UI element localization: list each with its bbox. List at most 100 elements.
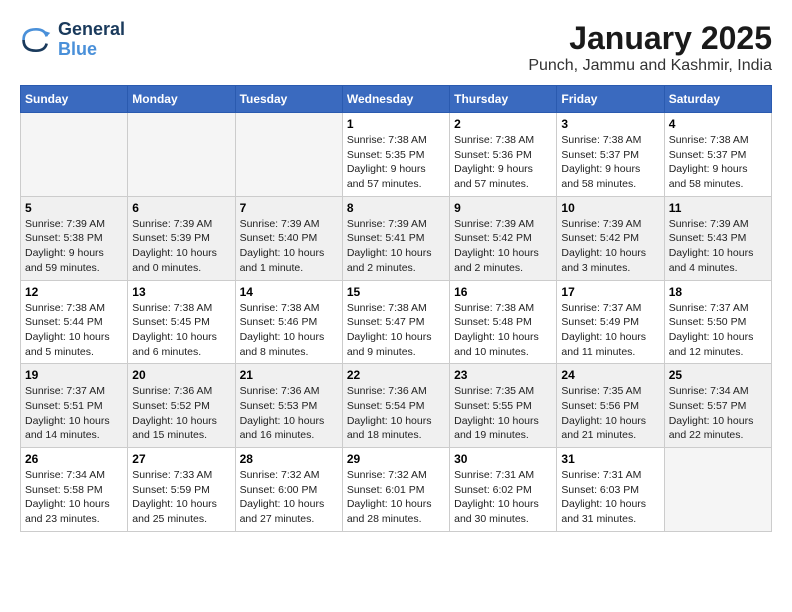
calendar-cell: 16Sunrise: 7:38 AM Sunset: 5:48 PM Dayli… (450, 280, 557, 364)
day-info: Sunrise: 7:36 AM Sunset: 5:54 PM Dayligh… (347, 384, 445, 443)
day-info: Sunrise: 7:35 AM Sunset: 5:56 PM Dayligh… (561, 384, 659, 443)
day-number: 13 (132, 285, 230, 299)
logo-line1: General (58, 20, 125, 40)
logo-text: General Blue (58, 20, 125, 60)
day-number: 6 (132, 201, 230, 215)
day-number: 4 (669, 117, 767, 131)
day-info: Sunrise: 7:38 AM Sunset: 5:46 PM Dayligh… (240, 301, 338, 360)
calendar-table: SundayMondayTuesdayWednesdayThursdayFrid… (20, 85, 772, 532)
day-info: Sunrise: 7:32 AM Sunset: 6:01 PM Dayligh… (347, 468, 445, 527)
day-number: 30 (454, 452, 552, 466)
day-number: 19 (25, 368, 123, 382)
page-subtitle: Punch, Jammu and Kashmir, India (528, 57, 772, 75)
calendar-cell: 13 Sunrise: 7:38 AM Sunset: 5:45 PM Dayli… (128, 280, 235, 364)
calendar-week-row: 12Sunrise: 7:38 AM Sunset: 5:44 PM Dayli… (21, 280, 772, 364)
calendar-week-row: 1Sunrise: 7:38 AM Sunset: 5:35 PM Daylig… (21, 113, 772, 197)
day-info: Sunrise: 7:39 AM Sunset: 5:42 PM Dayligh… (561, 217, 659, 276)
calendar-cell: 29 Sunrise: 7:32 AM Sunset: 6:01 PM Dayli… (342, 448, 449, 532)
calendar-week-row: 26 Sunrise: 7:34 AM Sunset: 5:58 PM Dayli… (21, 448, 772, 532)
day-info: Sunrise: 7:34 AM Sunset: 5:57 PM Dayligh… (669, 384, 767, 443)
calendar-cell: 7Sunrise: 7:39 AM Sunset: 5:40 PM Daylig… (235, 196, 342, 280)
calendar-cell: 9Sunrise: 7:39 AM Sunset: 5:42 PM Daylig… (450, 196, 557, 280)
day-number: 29 (347, 452, 445, 466)
calendar-cell: 23Sunrise: 7:35 AM Sunset: 5:55 PM Dayli… (450, 364, 557, 448)
calendar-cell: 8Sunrise: 7:39 AM Sunset: 5:41 PM Daylig… (342, 196, 449, 280)
page-title: January 2025 (528, 20, 772, 57)
calendar-cell: 6 Sunrise: 7:39 AM Sunset: 5:39 PM Daylig… (128, 196, 235, 280)
day-number: 15 (347, 285, 445, 299)
calendar-cell: 11Sunrise: 7:39 AM Sunset: 5:43 PM Dayli… (664, 196, 771, 280)
day-number: 16 (454, 285, 552, 299)
calendar-cell: 24 Sunrise: 7:35 AM Sunset: 5:56 PM Dayli… (557, 364, 664, 448)
day-number: 7 (240, 201, 338, 215)
calendar-cell (21, 113, 128, 197)
calendar-cell (128, 113, 235, 197)
calendar-cell: 28 Sunrise: 7:32 AM Sunset: 6:00 PM Dayli… (235, 448, 342, 532)
day-info: Sunrise: 7:38 AM Sunset: 5:37 PM Dayligh… (669, 133, 767, 192)
calendar-cell: 21Sunrise: 7:36 AM Sunset: 5:53 PM Dayli… (235, 364, 342, 448)
day-number: 3 (561, 117, 659, 131)
calendar-cell: 14Sunrise: 7:38 AM Sunset: 5:46 PM Dayli… (235, 280, 342, 364)
day-info: Sunrise: 7:38 AM Sunset: 5:45 PM Dayligh… (132, 301, 230, 360)
day-info: Sunrise: 7:39 AM Sunset: 5:42 PM Dayligh… (454, 217, 552, 276)
calendar-week-row: 5Sunrise: 7:39 AM Sunset: 5:38 PM Daylig… (21, 196, 772, 280)
day-info: Sunrise: 7:38 AM Sunset: 5:47 PM Dayligh… (347, 301, 445, 360)
day-number: 24 (561, 368, 659, 382)
day-number: 31 (561, 452, 659, 466)
day-number: 18 (669, 285, 767, 299)
calendar-cell: 15 Sunrise: 7:38 AM Sunset: 5:47 PM Dayli… (342, 280, 449, 364)
day-number: 17 (561, 285, 659, 299)
day-number: 28 (240, 452, 338, 466)
day-info: Sunrise: 7:31 AM Sunset: 6:02 PM Dayligh… (454, 468, 552, 527)
day-number: 11 (669, 201, 767, 215)
day-number: 20 (132, 368, 230, 382)
day-number: 26 (25, 452, 123, 466)
day-info: Sunrise: 7:37 AM Sunset: 5:51 PM Dayligh… (25, 384, 123, 443)
day-number: 12 (25, 285, 123, 299)
day-info: Sunrise: 7:36 AM Sunset: 5:52 PM Dayligh… (132, 384, 230, 443)
calendar-cell: 18 Sunrise: 7:37 AM Sunset: 5:50 PM Dayli… (664, 280, 771, 364)
calendar-header-thursday: Thursday (450, 86, 557, 113)
calendar-header-saturday: Saturday (664, 86, 771, 113)
day-info: Sunrise: 7:39 AM Sunset: 5:39 PM Dayligh… (132, 217, 230, 276)
calendar-cell: 17Sunrise: 7:37 AM Sunset: 5:49 PM Dayli… (557, 280, 664, 364)
calendar-cell: 27 Sunrise: 7:33 AM Sunset: 5:59 PM Dayli… (128, 448, 235, 532)
day-info: Sunrise: 7:34 AM Sunset: 5:58 PM Dayligh… (25, 468, 123, 527)
calendar-cell: 1Sunrise: 7:38 AM Sunset: 5:35 PM Daylig… (342, 113, 449, 197)
calendar-cell: 3Sunrise: 7:38 AM Sunset: 5:37 PM Daylig… (557, 113, 664, 197)
day-info: Sunrise: 7:38 AM Sunset: 5:35 PM Dayligh… (347, 133, 445, 192)
calendar-header-row: SundayMondayTuesdayWednesdayThursdayFrid… (21, 86, 772, 113)
calendar-week-row: 19 Sunrise: 7:37 AM Sunset: 5:51 PM Dayli… (21, 364, 772, 448)
calendar-cell (235, 113, 342, 197)
calendar-cell: 31 Sunrise: 7:31 AM Sunset: 6:03 PM Dayli… (557, 448, 664, 532)
day-number: 25 (669, 368, 767, 382)
calendar-cell: 2 Sunrise: 7:38 AM Sunset: 5:36 PM Daylig… (450, 113, 557, 197)
calendar-cell: 22 Sunrise: 7:36 AM Sunset: 5:54 PM Dayli… (342, 364, 449, 448)
calendar-header-tuesday: Tuesday (235, 86, 342, 113)
day-info: Sunrise: 7:33 AM Sunset: 5:59 PM Dayligh… (132, 468, 230, 527)
calendar-cell: 5Sunrise: 7:39 AM Sunset: 5:38 PM Daylig… (21, 196, 128, 280)
logo-icon (20, 24, 52, 56)
page-header: General Blue January 2025 Punch, Jammu a… (20, 20, 772, 75)
day-info: Sunrise: 7:35 AM Sunset: 5:55 PM Dayligh… (454, 384, 552, 443)
day-number: 10 (561, 201, 659, 215)
day-info: Sunrise: 7:38 AM Sunset: 5:36 PM Dayligh… (454, 133, 552, 192)
calendar-cell: 25 Sunrise: 7:34 AM Sunset: 5:57 PM Dayli… (664, 364, 771, 448)
day-info: Sunrise: 7:36 AM Sunset: 5:53 PM Dayligh… (240, 384, 338, 443)
calendar-cell: 4 Sunrise: 7:38 AM Sunset: 5:37 PM Daylig… (664, 113, 771, 197)
logo: General Blue (20, 20, 125, 60)
calendar-cell: 12Sunrise: 7:38 AM Sunset: 5:44 PM Dayli… (21, 280, 128, 364)
title-block: January 2025 Punch, Jammu and Kashmir, I… (528, 20, 772, 75)
day-number: 2 (454, 117, 552, 131)
calendar-header-sunday: Sunday (21, 86, 128, 113)
day-number: 22 (347, 368, 445, 382)
day-number: 27 (132, 452, 230, 466)
day-info: Sunrise: 7:31 AM Sunset: 6:03 PM Dayligh… (561, 468, 659, 527)
day-number: 8 (347, 201, 445, 215)
calendar-cell: 26 Sunrise: 7:34 AM Sunset: 5:58 PM Dayli… (21, 448, 128, 532)
calendar-header-monday: Monday (128, 86, 235, 113)
day-info: Sunrise: 7:37 AM Sunset: 5:50 PM Dayligh… (669, 301, 767, 360)
calendar-header-wednesday: Wednesday (342, 86, 449, 113)
day-info: Sunrise: 7:32 AM Sunset: 6:00 PM Dayligh… (240, 468, 338, 527)
calendar-cell: 10 Sunrise: 7:39 AM Sunset: 5:42 PM Dayli… (557, 196, 664, 280)
